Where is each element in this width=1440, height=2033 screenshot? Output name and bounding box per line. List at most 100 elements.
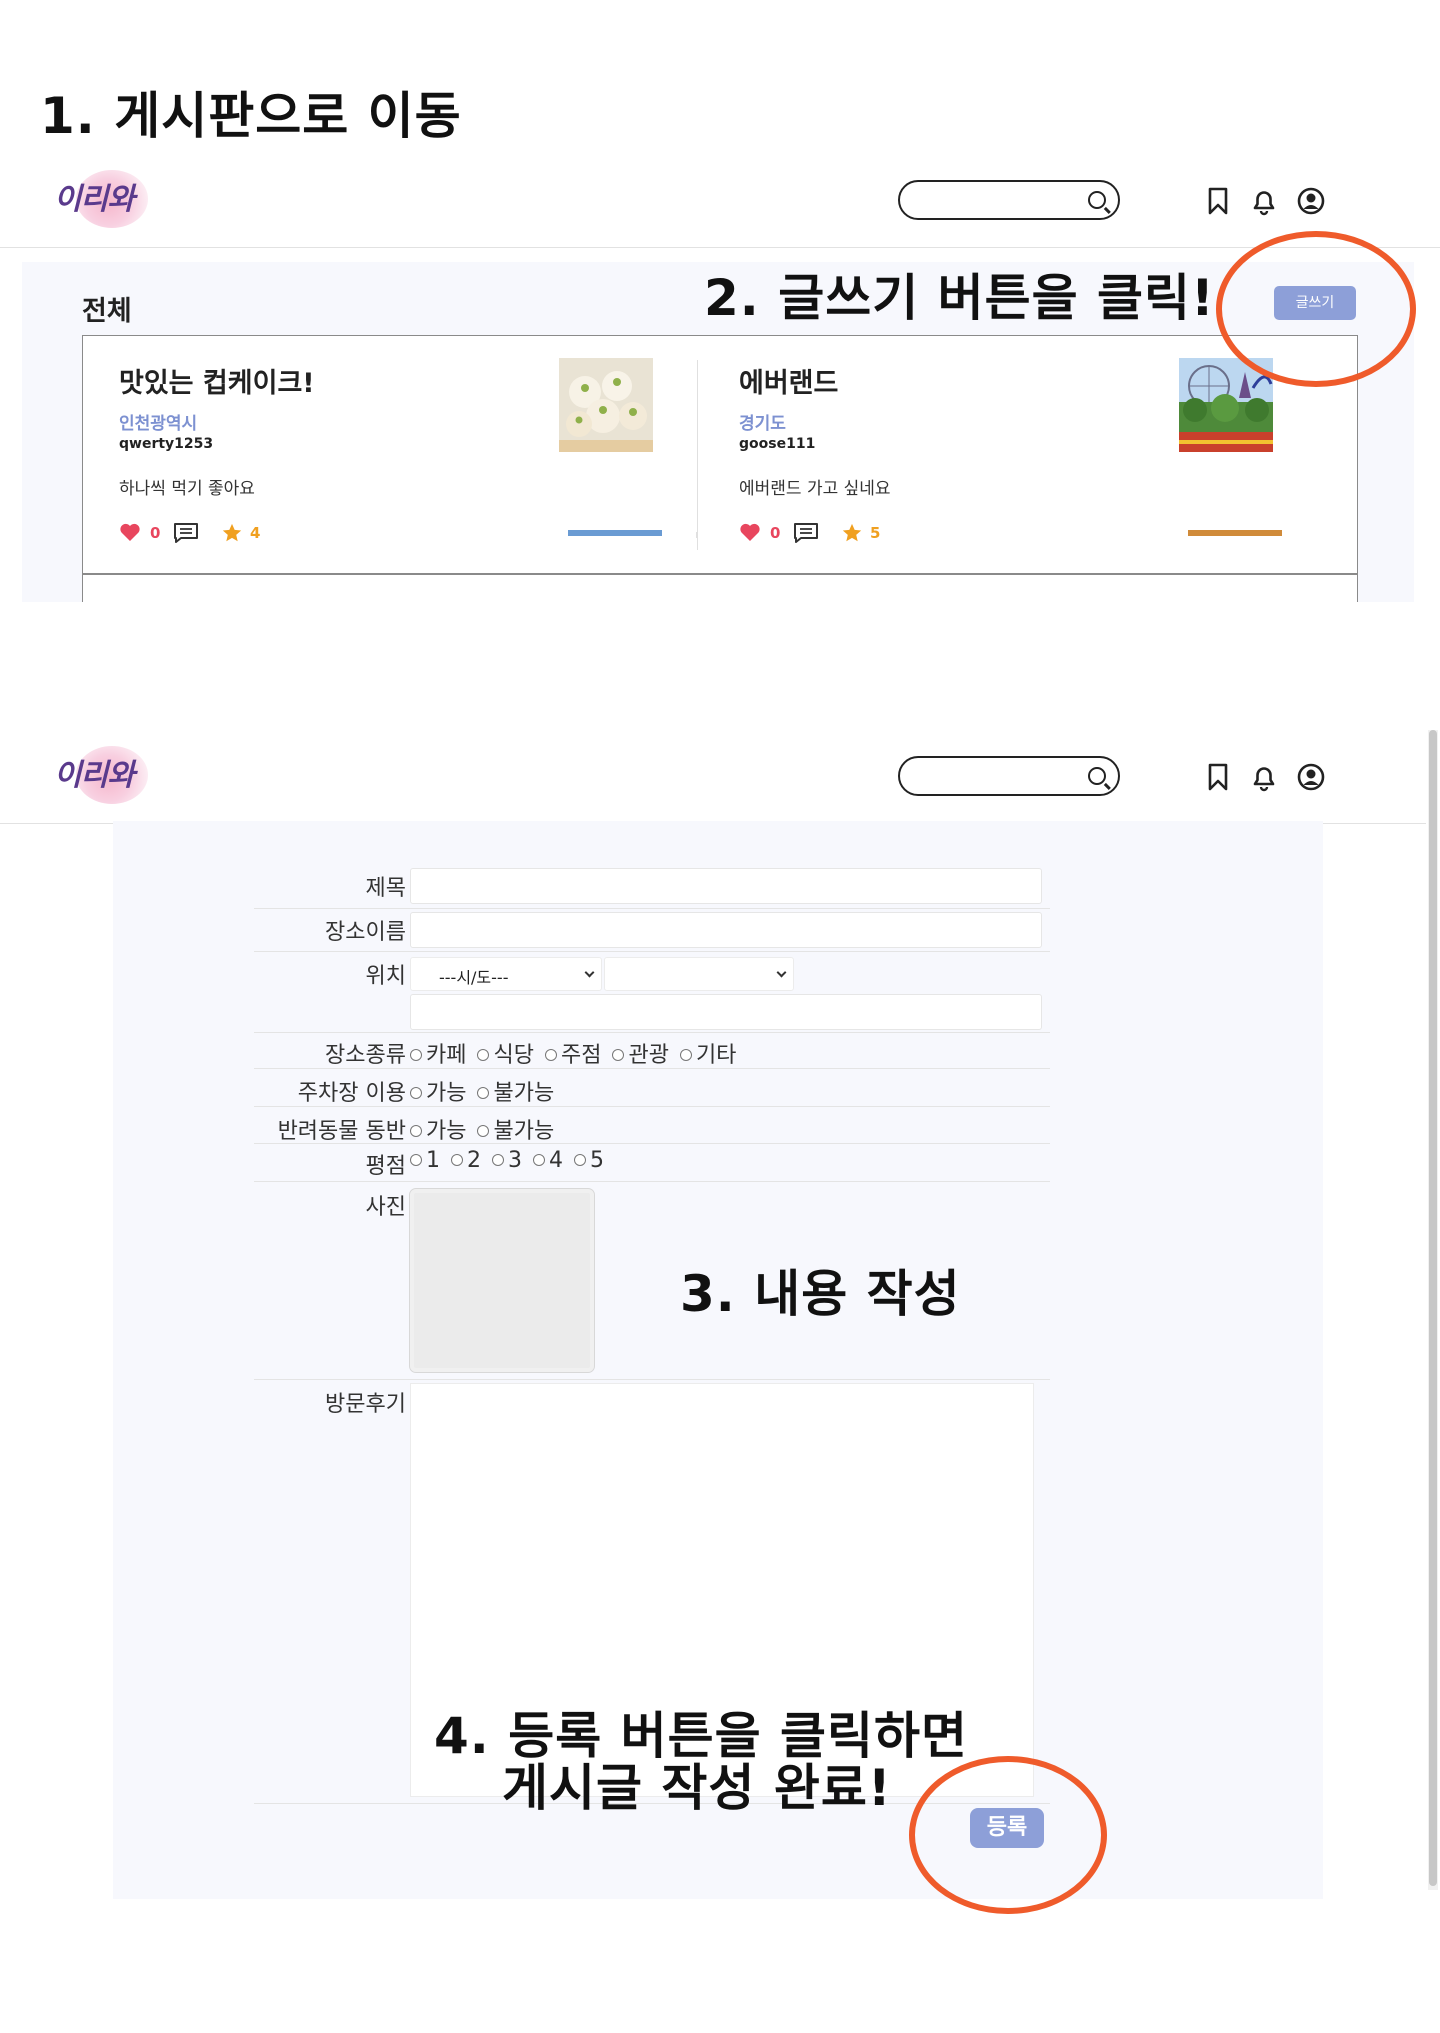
search-icon[interactable]: [1088, 767, 1106, 785]
rating-radio-group: 1 2 3 4 5: [410, 1148, 608, 1173]
logo[interactable]: 이리와: [52, 160, 162, 234]
pet-option: 불가능: [493, 1119, 555, 1144]
row-divider: [254, 951, 1050, 952]
place-type-radio[interactable]: [612, 1049, 625, 1061]
annotation-circle-submit: [909, 1756, 1107, 1914]
card-row-divider: [83, 573, 1357, 575]
city-select[interactable]: [604, 957, 794, 991]
bell-icon[interactable]: [1249, 762, 1279, 792]
label-title: 제목: [365, 876, 406, 901]
photo-upload[interactable]: [409, 1188, 595, 1373]
parking-option: 불가능: [493, 1081, 555, 1106]
card-region: 경기도: [739, 414, 786, 434]
chevron-down-icon: [584, 967, 595, 978]
user-icon[interactable]: [1296, 762, 1326, 792]
step3-caption: 3. 내용 작성: [680, 1265, 961, 1323]
like-count: 0: [770, 524, 781, 542]
parking-radio[interactable]: [477, 1087, 490, 1099]
place-type-radio[interactable]: [477, 1049, 490, 1061]
cupcake-image: [559, 358, 653, 452]
bell-icon[interactable]: [1249, 186, 1279, 216]
scrollbar-thumb[interactable]: [1429, 730, 1437, 1886]
card-title: 맛있는 컵케이크!: [119, 368, 315, 399]
card-region: 인천광역시: [119, 414, 198, 434]
comment-icon[interactable]: [793, 522, 819, 544]
logo-text: 이리와: [54, 182, 135, 217]
row-divider: [254, 1181, 1050, 1182]
heart-icon[interactable]: [739, 522, 761, 542]
rating-option: 3: [508, 1148, 522, 1173]
rating-option: 1: [426, 1148, 440, 1173]
rating-radio[interactable]: [492, 1154, 504, 1166]
label-pet: 반려동물 동반: [277, 1119, 406, 1144]
place-type-option: 주점: [560, 1043, 602, 1068]
step2-caption: 2. 글쓰기 버튼을 클릭!: [704, 269, 1215, 327]
label-rating: 평점: [365, 1154, 406, 1179]
label-parking: 주차장 이용: [297, 1081, 406, 1106]
row-divider: [254, 908, 1050, 909]
logo[interactable]: 이리와: [52, 736, 162, 810]
card-grid: 맛있는 컵케이크! 인천광역시 qwerty1253 하나씩 먹기 좋아요 0 …: [82, 335, 1358, 602]
row-divider: [254, 1106, 1050, 1107]
place-type-radio[interactable]: [679, 1049, 692, 1061]
rating-option: 2: [467, 1148, 481, 1173]
place-type-option: 관광: [628, 1043, 669, 1068]
place-type-option: 카페: [426, 1043, 467, 1068]
like-count: 0: [150, 524, 161, 542]
card-username: goose111: [739, 436, 816, 452]
label-location: 위치: [365, 964, 406, 989]
label-review: 방문후기: [325, 1392, 406, 1417]
place-type-radio-group: 카페 식당 주점 관광 기타: [410, 1037, 740, 1069]
heart-icon[interactable]: [119, 522, 141, 542]
star-icon: [222, 523, 242, 542]
rating-radio[interactable]: [574, 1154, 586, 1166]
address-input[interactable]: [410, 994, 1042, 1030]
rating-radio[interactable]: [451, 1154, 463, 1166]
row-divider: [254, 1068, 1050, 1069]
rating-radio[interactable]: [533, 1154, 545, 1166]
label-place-type: 장소종류: [325, 1043, 406, 1068]
search-icon[interactable]: [1088, 191, 1106, 209]
pet-radio[interactable]: [410, 1125, 422, 1137]
card-body: 하나씩 먹기 좋아요: [119, 479, 255, 499]
logo-text: 이리와: [54, 758, 135, 793]
board-title: 전체: [82, 296, 132, 327]
board-header: 이리와: [0, 152, 1440, 248]
row-divider: [254, 1143, 1050, 1144]
annotation-circle-write: [1216, 231, 1416, 387]
title-input[interactable]: [410, 868, 1042, 904]
user-icon[interactable]: [1296, 186, 1326, 216]
rating-option: 5: [590, 1148, 604, 1173]
card-thumbnail: [1188, 530, 1282, 536]
bookmark-icon[interactable]: [1203, 762, 1233, 792]
rating-value: 5: [870, 524, 881, 542]
label-place-name: 장소이름: [325, 920, 406, 945]
pet-option: 가능: [426, 1119, 467, 1144]
card-thumbnail: [568, 530, 662, 536]
place-name-input[interactable]: [410, 912, 1042, 948]
province-select-value: ---시/도---: [439, 968, 509, 987]
place-type-option: 기타: [695, 1043, 737, 1068]
row-divider: [254, 1032, 1050, 1033]
rating-value: 4: [250, 524, 261, 542]
search-input[interactable]: [898, 180, 1120, 220]
post-card[interactable]: 에버랜드 경기도 goose111 에버랜드 가고 싶네요 0 5: [703, 336, 1323, 573]
form-header: 이리와: [0, 728, 1426, 824]
post-card[interactable]: 맛있는 컵케이크! 인천광역시 qwerty1253 하나씩 먹기 좋아요 0 …: [83, 336, 703, 573]
card-thumbnail: [559, 358, 653, 452]
place-type-option: 식당: [493, 1043, 534, 1068]
pet-radio-group: 가능 불가능: [410, 1113, 558, 1145]
step1-caption: 1. 게시판으로 이동: [40, 87, 462, 145]
chevron-down-icon: [776, 967, 787, 978]
bookmark-icon[interactable]: [1203, 186, 1233, 216]
parking-radio[interactable]: [410, 1087, 422, 1099]
province-select[interactable]: ---시/도---: [410, 957, 602, 991]
pet-radio[interactable]: [477, 1125, 490, 1137]
card-title: 에버랜드: [739, 368, 839, 399]
search-input[interactable]: [898, 756, 1120, 796]
comment-icon[interactable]: [173, 522, 199, 544]
rating-radio[interactable]: [410, 1154, 422, 1166]
card-divider: [697, 360, 698, 550]
place-type-radio[interactable]: [544, 1049, 557, 1061]
place-type-radio[interactable]: [410, 1049, 422, 1061]
